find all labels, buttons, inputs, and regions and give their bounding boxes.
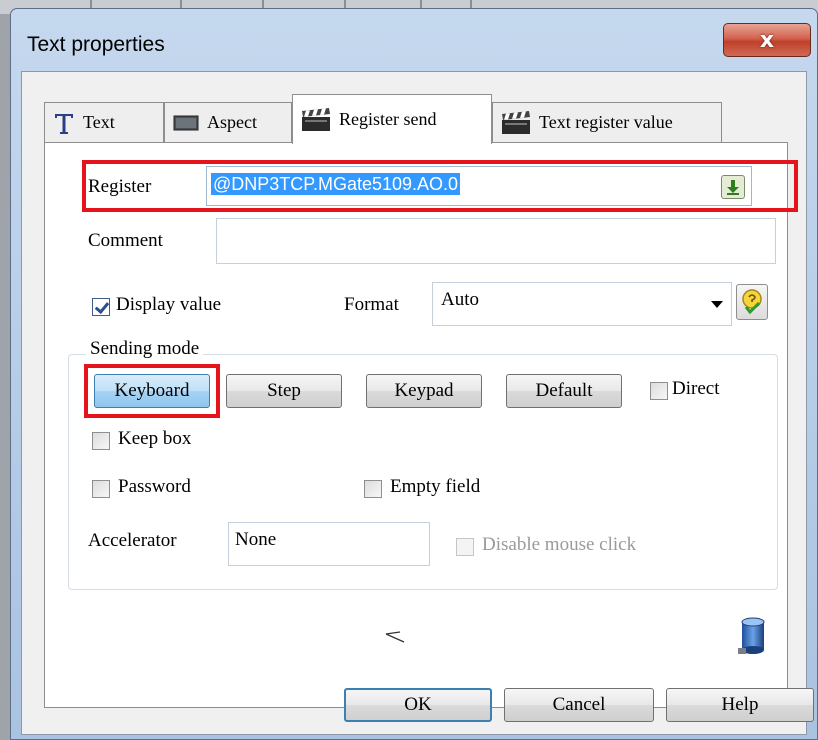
default-button[interactable]: Default bbox=[506, 374, 622, 408]
step-button-label: Step bbox=[267, 380, 301, 401]
disable-mouse-click-label: Disable mouse click bbox=[482, 534, 637, 555]
dialog-client-area: Text Aspect Register send Text register … bbox=[21, 71, 814, 735]
disable-mouse-click-checkbox bbox=[456, 538, 474, 556]
accelerator-input[interactable]: None bbox=[228, 522, 430, 566]
default-button-label: Default bbox=[535, 380, 593, 401]
format-select[interactable]: Auto bbox=[432, 282, 732, 326]
register-picker-button[interactable] bbox=[721, 175, 745, 199]
close-button[interactable]: x bbox=[723, 23, 811, 57]
direct-checkbox[interactable] bbox=[650, 382, 668, 400]
cursor-hint-icon bbox=[385, 631, 405, 643]
accelerator-value: None bbox=[235, 529, 277, 550]
help-button[interactable]: Help bbox=[666, 688, 814, 722]
help-button-label: Help bbox=[721, 694, 759, 715]
display-value-checkbox[interactable] bbox=[92, 298, 110, 316]
keep-box-checkbox[interactable] bbox=[92, 432, 110, 450]
register-input[interactable]: @DNP3TCP.MGate5109.AO.0 bbox=[206, 166, 752, 206]
format-options-button[interactable] bbox=[736, 284, 768, 320]
background-app-edge bbox=[0, 14, 10, 740]
text-properties-dialog: Text properties x Text Aspect Register s… bbox=[10, 8, 818, 740]
register-label: Register bbox=[88, 176, 152, 197]
chevron-down-icon bbox=[711, 301, 723, 308]
panel-content: Register @DNP3TCP.MGate5109.AO.0 Comment… bbox=[22, 72, 814, 734]
empty-field-checkbox[interactable] bbox=[364, 480, 382, 498]
comment-label: Comment bbox=[88, 230, 163, 251]
title-bar[interactable]: Text properties x bbox=[11, 9, 817, 71]
format-coin-icon bbox=[742, 289, 762, 315]
keep-box-label: Keep box bbox=[118, 428, 192, 449]
cancel-button-label: Cancel bbox=[552, 694, 606, 715]
close-icon: x bbox=[759, 27, 775, 53]
display-value-label: Display value bbox=[116, 294, 222, 315]
register-value: @DNP3TCP.MGate5109.AO.0 bbox=[211, 173, 461, 195]
keypad-button[interactable]: Keypad bbox=[366, 374, 482, 408]
window-title: Text properties bbox=[27, 33, 165, 56]
password-label: Password bbox=[118, 476, 191, 497]
download-arrow-icon bbox=[727, 180, 739, 195]
ok-button[interactable]: OK bbox=[344, 688, 492, 722]
ok-button-label: OK bbox=[404, 694, 432, 715]
keyboard-button[interactable]: Keyboard bbox=[94, 374, 210, 408]
format-label: Format bbox=[344, 294, 399, 315]
keyboard-button-label: Keyboard bbox=[114, 380, 190, 401]
password-checkbox[interactable] bbox=[92, 480, 110, 498]
cancel-button[interactable]: Cancel bbox=[504, 688, 654, 722]
format-value: Auto bbox=[441, 289, 479, 310]
comment-input[interactable] bbox=[216, 218, 776, 264]
step-button[interactable]: Step bbox=[226, 374, 342, 408]
sending-mode-legend: Sending mode bbox=[86, 338, 204, 360]
keypad-button-label: Keypad bbox=[394, 380, 454, 401]
database-cylinder-icon[interactable] bbox=[736, 616, 770, 656]
direct-label: Direct bbox=[672, 378, 720, 399]
accelerator-label: Accelerator bbox=[88, 530, 177, 551]
empty-field-label: Empty field bbox=[390, 476, 481, 497]
